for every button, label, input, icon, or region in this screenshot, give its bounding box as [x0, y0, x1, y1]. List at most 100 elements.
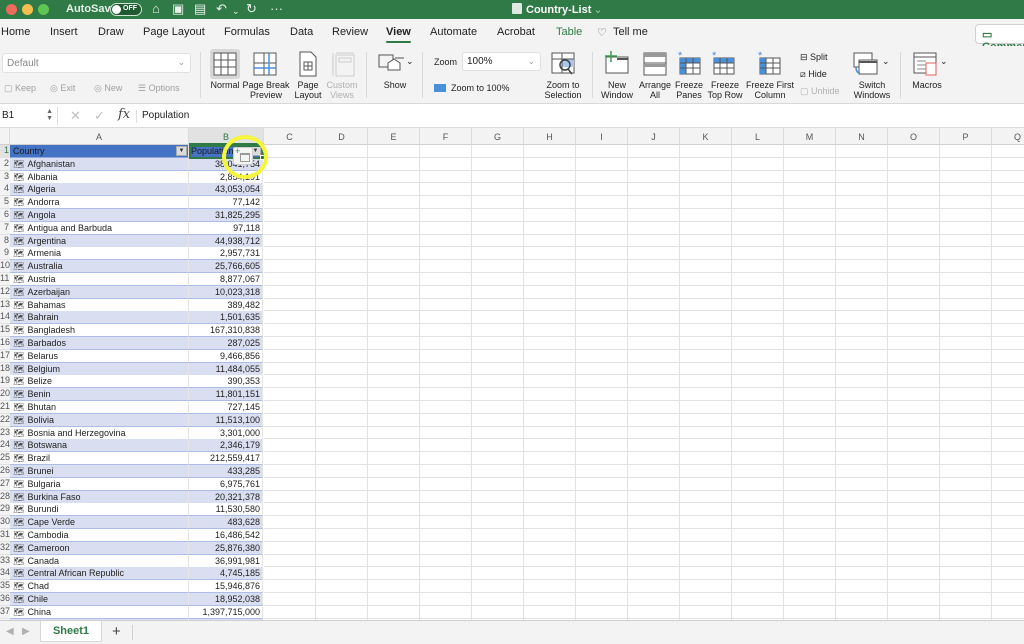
add-sheet-button[interactable]: + — [112, 623, 121, 640]
country-cell[interactable]: 🗺︎ Armenia — [10, 247, 189, 261]
row-header[interactable]: 10 — [0, 260, 10, 274]
row-header[interactable]: 9 — [0, 247, 10, 261]
row-header[interactable]: 13 — [0, 298, 10, 312]
country-cell[interactable]: 🗺︎ Argentina — [10, 234, 189, 248]
normal-view-button[interactable] — [210, 49, 240, 79]
geography-map-icon[interactable]: 🗺︎ — [13, 414, 24, 426]
geography-map-icon[interactable]: 🗺︎ — [13, 452, 24, 464]
row-header[interactable]: 17 — [0, 349, 10, 363]
population-cell[interactable]: 1,397,715,000 — [189, 605, 263, 619]
zoom-to-selection-icon[interactable] — [550, 51, 576, 77]
population-cell[interactable]: 9,466,856 — [189, 349, 263, 363]
population-cell[interactable]: 44,938,712 — [189, 234, 263, 248]
population-cell[interactable]: 389,482 — [189, 298, 263, 312]
population-cell[interactable]: 287,025 — [189, 337, 263, 350]
minimize-window-button[interactable] — [22, 4, 33, 15]
population-cell[interactable]: 2,346,179 — [189, 439, 263, 453]
geography-map-icon[interactable]: 🗺︎ — [13, 209, 24, 221]
population-cell[interactable]: 3,301,000 — [189, 426, 263, 440]
geography-map-icon[interactable]: 🗺︎ — [13, 503, 24, 515]
row-header[interactable]: 22 — [0, 413, 10, 427]
country-cell[interactable]: 🗺︎ Albania — [10, 170, 189, 184]
country-cell[interactable]: 🗺︎ Antigua and Barbuda — [10, 221, 189, 235]
row-header[interactable]: 7 — [0, 221, 10, 235]
geography-map-icon[interactable]: 🗺︎ — [13, 171, 24, 183]
geography-map-icon[interactable]: 🗺︎ — [13, 542, 24, 554]
row-header[interactable]: 20 — [0, 388, 10, 402]
row-header[interactable]: 34 — [0, 567, 10, 581]
row-header[interactable]: 6 — [0, 209, 10, 222]
column-header-f[interactable]: F — [420, 128, 472, 145]
zoom-to-100-button[interactable]: Zoom to 100% — [434, 83, 510, 93]
geography-map-icon[interactable]: 🗺︎ — [13, 324, 24, 336]
country-cell[interactable]: 🗺︎ Burundi — [10, 503, 189, 517]
row-header[interactable]: 28 — [0, 490, 10, 504]
population-cell[interactable]: 11,513,100 — [189, 413, 263, 427]
table-header-country[interactable]: Country ▼ — [10, 145, 189, 158]
row-header[interactable]: 30 — [0, 516, 10, 530]
population-cell[interactable]: 390,353 — [189, 375, 263, 389]
tab-data[interactable]: Data — [290, 26, 313, 38]
sheet-tab-sheet1[interactable]: Sheet1 — [40, 621, 102, 642]
switch-windows-icon[interactable] — [852, 51, 880, 77]
population-cell[interactable]: 36,991,981 — [189, 554, 263, 568]
column-header-h[interactable]: H — [524, 128, 576, 145]
country-cell[interactable]: 🗺︎ Chad — [10, 580, 189, 594]
country-cell[interactable]: 🗺︎ Bosnia and Herzegovina — [10, 426, 189, 440]
geography-map-icon[interactable]: 🗺︎ — [13, 593, 24, 605]
country-cell[interactable]: 🗺︎ Andorra — [10, 196, 189, 210]
function-icon[interactable]: fx — [118, 107, 130, 122]
column-header-l[interactable]: L — [732, 128, 784, 145]
population-cell[interactable]: 20,321,378 — [189, 490, 263, 504]
row-header[interactable]: 31 — [0, 529, 10, 542]
name-box[interactable]: B1 ▲ ▼ — [0, 107, 58, 125]
population-cell[interactable]: 16,486,542 — [189, 529, 263, 542]
tab-review[interactable]: Review — [332, 26, 368, 38]
undo-dropdown-icon[interactable]: ⌄ — [232, 3, 240, 19]
column-header-e[interactable]: E — [368, 128, 420, 145]
row-header[interactable]: 23 — [0, 426, 10, 440]
country-cell[interactable]: 🗺︎ Botswana — [10, 439, 189, 453]
column-header-m[interactable]: M — [784, 128, 836, 145]
tab-acrobat[interactable]: Acrobat — [497, 26, 535, 38]
column-header-p[interactable]: P — [940, 128, 992, 145]
geography-map-icon[interactable]: 🗺︎ — [13, 363, 24, 375]
autosave-toggle[interactable]: OFF — [110, 3, 142, 16]
row-header[interactable]: 11 — [0, 273, 10, 286]
country-cell[interactable]: 🗺︎ Central African Republic — [10, 567, 189, 581]
column-header-o[interactable]: O — [888, 128, 940, 145]
country-cell[interactable]: 🗺︎ Angola — [10, 209, 189, 222]
population-cell[interactable]: 6,975,761 — [189, 477, 263, 491]
tell-me-search[interactable]: Tell me — [613, 26, 648, 38]
next-sheet-icon[interactable]: ▶ — [22, 626, 30, 637]
column-header-c[interactable]: C — [264, 128, 316, 145]
chevron-down-icon[interactable]: ⌄ — [882, 56, 890, 66]
column-header-d[interactable]: D — [316, 128, 368, 145]
geography-map-icon[interactable]: 🗺︎ — [13, 555, 24, 567]
row-header[interactable]: 15 — [0, 324, 10, 338]
country-cell[interactable]: 🗺︎ China — [10, 605, 189, 619]
country-cell[interactable]: 🗺︎ Brazil — [10, 452, 189, 466]
new-window-icon[interactable] — [604, 51, 630, 75]
column-header-g[interactable]: G — [472, 128, 524, 145]
freeze-top-row-icon[interactable]: * — [710, 50, 736, 76]
chevron-down-icon[interactable]: ⌄ — [940, 56, 948, 66]
comments-button[interactable]: ▭ Comments — [975, 24, 1024, 53]
hide-button[interactable]: ⧄ Hide — [800, 69, 827, 80]
country-cell[interactable]: 🗺︎ Austria — [10, 273, 189, 286]
population-cell[interactable]: 25,766,605 — [189, 260, 263, 274]
country-cell[interactable]: 🗺︎ Belarus — [10, 349, 189, 363]
row-header[interactable]: 37 — [0, 605, 10, 619]
row-header[interactable]: 32 — [0, 541, 10, 555]
tab-automate[interactable]: Automate — [430, 26, 477, 38]
row-header[interactable]: 4 — [0, 183, 10, 197]
row-header[interactable]: 8 — [0, 234, 10, 248]
country-cell[interactable]: 🗺︎ Chile — [10, 593, 189, 606]
close-window-button[interactable] — [6, 4, 17, 15]
chevron-down-icon[interactable]: ⌄ — [406, 56, 414, 66]
formula-input[interactable]: Population — [142, 110, 189, 121]
country-cell[interactable]: 🗺︎ Bulgaria — [10, 477, 189, 491]
geography-map-icon[interactable]: 🗺︎ — [13, 388, 24, 400]
country-cell[interactable]: 🗺︎ Cambodia — [10, 529, 189, 542]
geography-map-icon[interactable]: 🗺︎ — [13, 273, 24, 285]
